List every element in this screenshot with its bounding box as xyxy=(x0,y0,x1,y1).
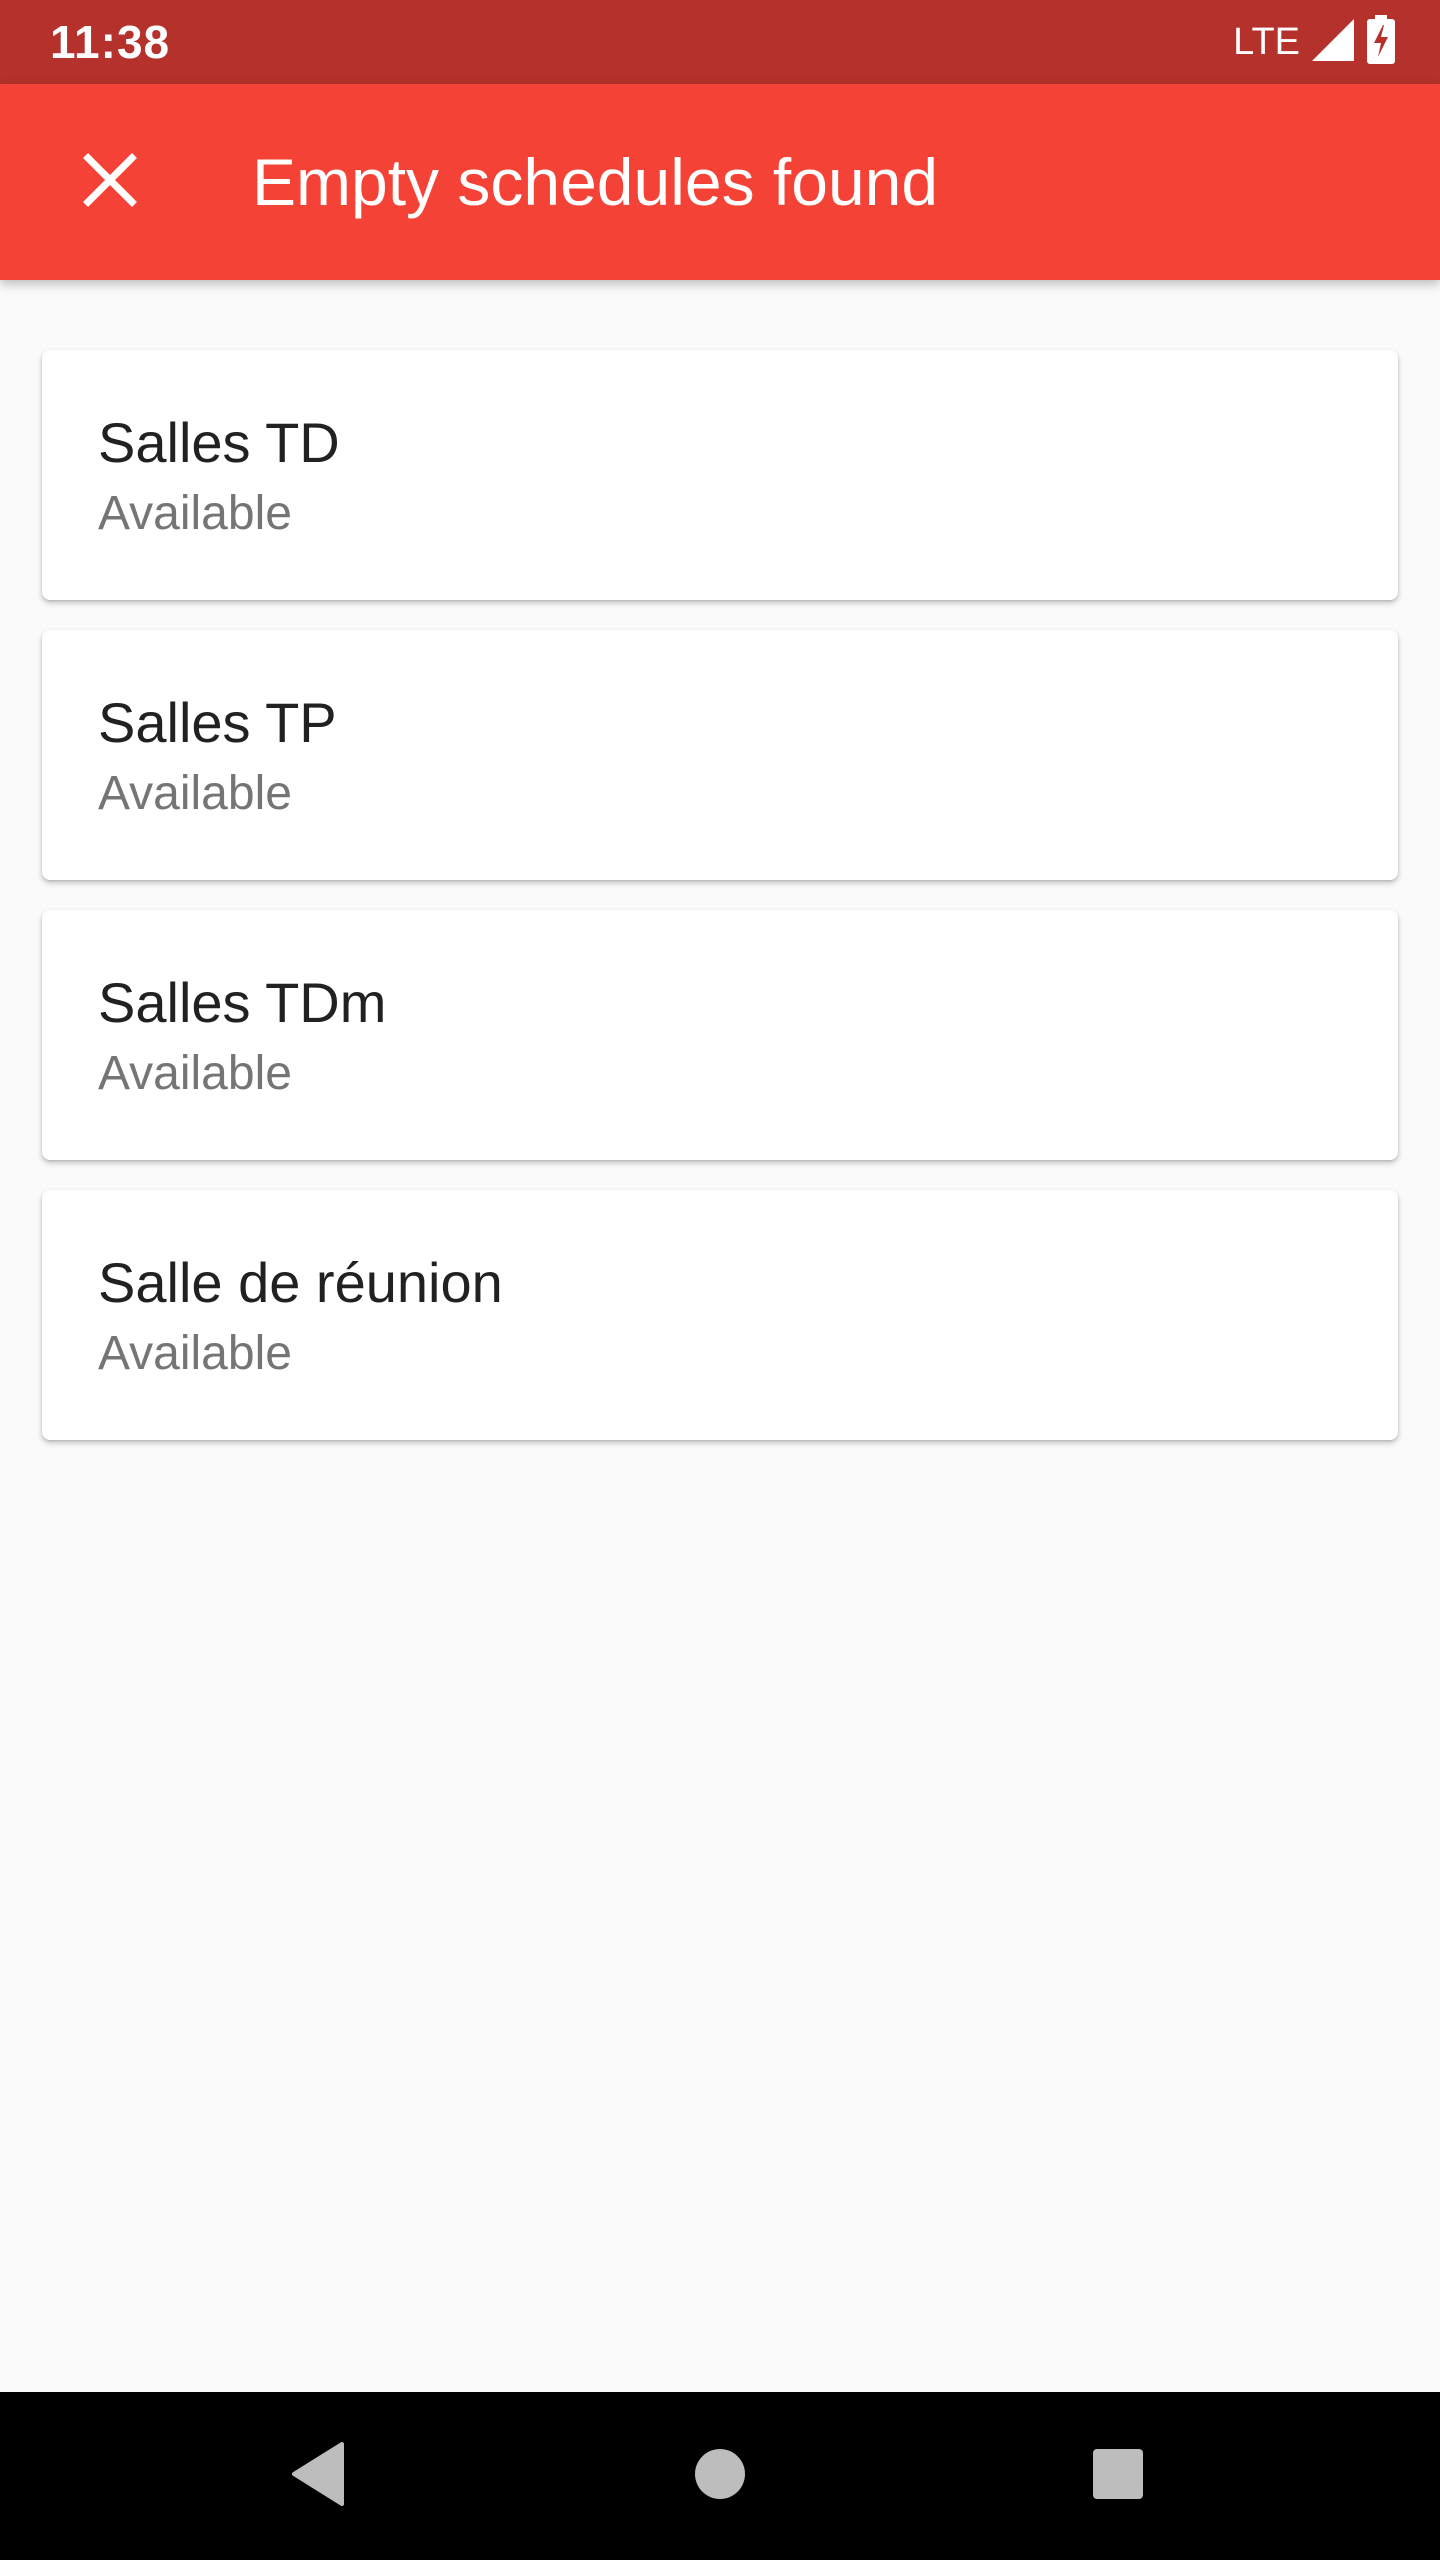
recents-square-icon xyxy=(1091,2447,1145,2506)
close-button[interactable] xyxy=(50,122,170,242)
room-card-salles-tp[interactable]: Salles TP Available xyxy=(42,630,1398,880)
status-icons: LTE xyxy=(1233,0,1396,84)
battery-charging-icon xyxy=(1366,14,1396,70)
room-status: Available xyxy=(98,767,292,820)
room-name: Salles TP xyxy=(98,691,337,754)
room-card-salles-td[interactable]: Salles TD Available xyxy=(42,350,1398,600)
room-card-salles-tdm[interactable]: Salles TDm Available xyxy=(42,910,1398,1160)
close-icon xyxy=(82,152,138,213)
home-button[interactable] xyxy=(670,2426,770,2526)
network-type: LTE xyxy=(1233,21,1300,63)
room-card-salle-de-reunion[interactable]: Salle de réunion Available xyxy=(42,1190,1398,1440)
page-title: Empty schedules found xyxy=(252,145,939,219)
app-bar: Empty schedules found xyxy=(0,84,1440,280)
status-bar: 11:38 LTE xyxy=(0,0,1440,84)
room-status: Available xyxy=(98,1047,292,1100)
room-list: Salles TD Available Salles TP Available … xyxy=(42,350,1398,1470)
room-name: Salles TD xyxy=(98,411,340,474)
system-nav-bar xyxy=(0,2392,1440,2560)
recents-button[interactable] xyxy=(1068,2426,1168,2526)
signal-icon xyxy=(1310,17,1356,68)
room-status: Available xyxy=(98,487,292,540)
back-triangle-icon xyxy=(290,2441,346,2511)
room-status: Available xyxy=(98,1327,292,1380)
room-name: Salle de réunion xyxy=(98,1251,503,1314)
status-time: 11:38 xyxy=(50,16,171,68)
back-button[interactable] xyxy=(268,2426,368,2526)
home-circle-icon xyxy=(693,2447,747,2506)
room-name: Salles TDm xyxy=(98,971,387,1034)
